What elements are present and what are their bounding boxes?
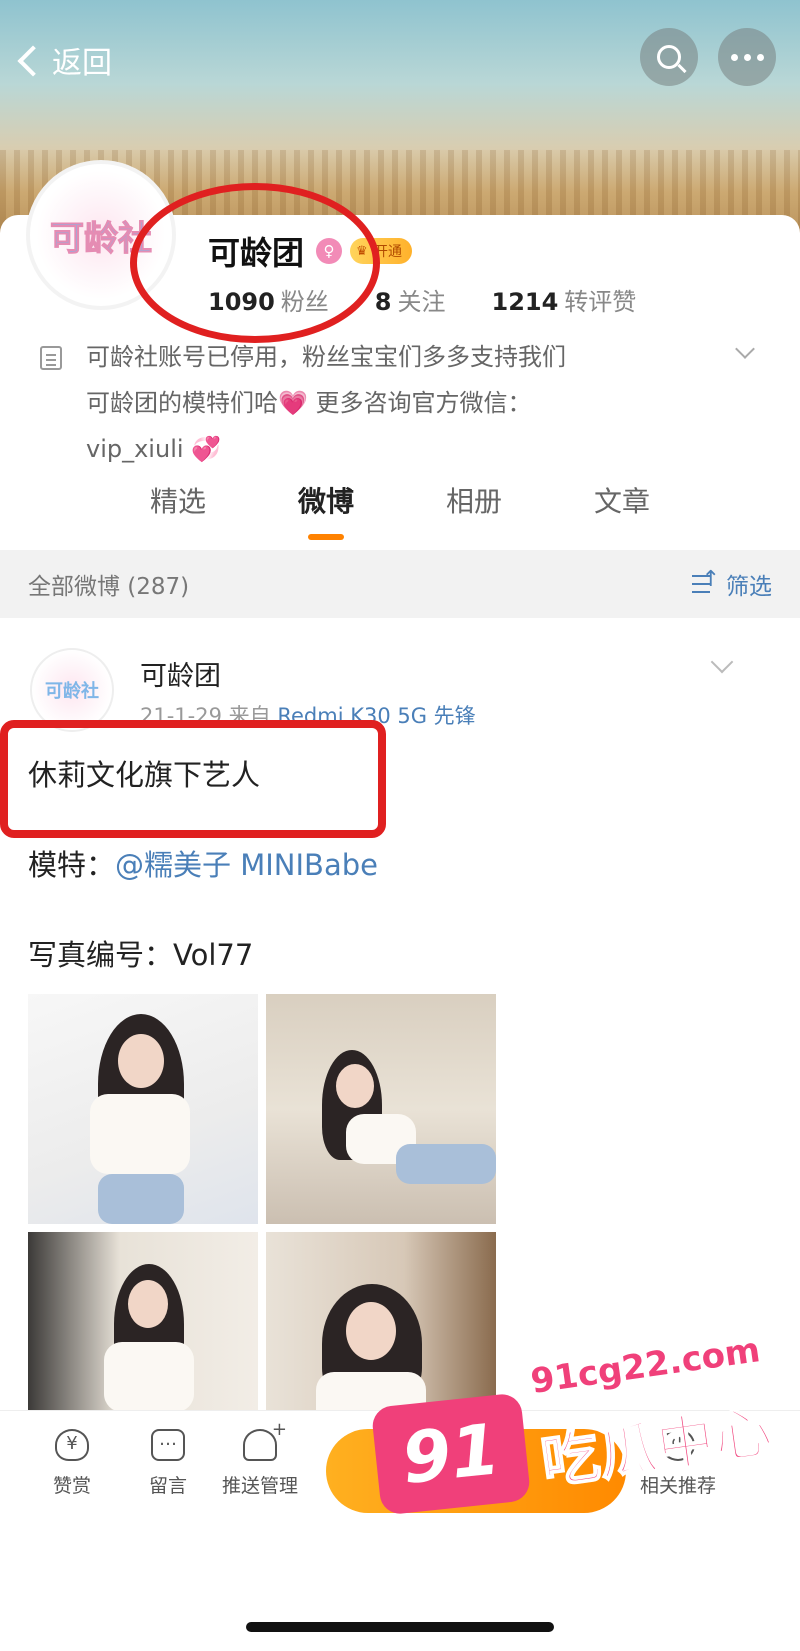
back-button[interactable]: 返回 bbox=[17, 38, 112, 82]
annotation-circle bbox=[130, 183, 380, 343]
filter-label: 筛选 bbox=[726, 574, 772, 600]
post-text-line-3: 写真编号：Vol77 bbox=[28, 938, 254, 972]
reward-label: 赞赏 bbox=[52, 1475, 91, 1497]
photo-figure-face bbox=[128, 1280, 168, 1328]
bio-line-2: 可龄团的模特们哈💗 更多咨询官方微信： bbox=[86, 389, 532, 417]
all-posts-label[interactable]: 全部微博 (287) bbox=[28, 567, 189, 601]
filter-icon bbox=[692, 567, 720, 595]
chevron-left-icon bbox=[17, 45, 49, 77]
following-label: 关注 bbox=[397, 288, 446, 316]
message-button[interactable]: 留言 bbox=[118, 1429, 218, 1498]
back-label: 返回 bbox=[52, 46, 112, 81]
profile-bio[interactable]: 可龄社账号已停用，粉丝宝宝们多多支持我们 可龄团的模特们哈💗 更多咨询官方微信：… bbox=[40, 334, 760, 472]
push-label: 推送管理 bbox=[221, 1475, 298, 1497]
bio-line-3: vip_xiuli 💞 bbox=[86, 426, 760, 472]
comment-icon bbox=[151, 1429, 185, 1461]
post-menu-chevron-icon[interactable] bbox=[710, 650, 734, 674]
reward-button[interactable]: 赞赏 bbox=[22, 1429, 122, 1498]
bell-icon bbox=[243, 1419, 287, 1461]
reward-icon bbox=[55, 1429, 89, 1461]
bio-wechat-id: vip_xiuli bbox=[86, 435, 184, 463]
watermark-badge: 91 bbox=[370, 1392, 532, 1516]
model-prefix: 模特： bbox=[28, 848, 116, 882]
search-icon bbox=[657, 45, 681, 69]
following-count: 8 bbox=[374, 288, 392, 316]
photo-figure-face bbox=[118, 1034, 164, 1088]
post-photo-1[interactable] bbox=[28, 994, 258, 1224]
photo-figure-top bbox=[90, 1094, 190, 1174]
profile-page: 返回 可龄社 可龄团 ♀ 开通 1090粉丝 8关注 1214转评赞 可龄社账号… bbox=[0, 0, 800, 1651]
more-button[interactable] bbox=[718, 28, 776, 86]
photo-figure-face bbox=[336, 1064, 374, 1108]
filter-bar: 全部微博 (287) 筛选 bbox=[0, 550, 800, 618]
tab-album[interactable]: 相册 bbox=[400, 480, 548, 550]
model-mention-link[interactable]: @糯美子 MINIBabe bbox=[115, 848, 378, 882]
bio-emoji: 💞 bbox=[191, 435, 222, 463]
post-photo-2[interactable] bbox=[266, 994, 496, 1224]
likes-stat[interactable]: 1214 转评赞 bbox=[492, 282, 637, 317]
bio-line-1: 可龄社账号已停用，粉丝宝宝们多多支持我们 bbox=[86, 343, 566, 371]
photo-figure-jeans bbox=[98, 1174, 184, 1224]
document-icon bbox=[40, 346, 62, 370]
search-button[interactable] bbox=[640, 28, 698, 86]
photo-figure-face bbox=[346, 1302, 396, 1360]
photo-figure-top bbox=[104, 1342, 194, 1412]
likes-label: 转评赞 bbox=[564, 288, 637, 316]
tab-articles[interactable]: 文章 bbox=[548, 480, 696, 550]
following-stat[interactable]: 8 关注 bbox=[375, 282, 446, 317]
tab-featured[interactable]: 精选 bbox=[104, 480, 252, 550]
push-settings-button[interactable]: 推送管理 bbox=[210, 1419, 310, 1498]
more-icon bbox=[730, 53, 764, 61]
tab-weibo[interactable]: 微博 bbox=[252, 480, 400, 550]
likes-count: 1214 bbox=[491, 288, 559, 316]
home-indicator[interactable] bbox=[246, 1622, 554, 1632]
photo-figure-jeans bbox=[396, 1144, 496, 1184]
message-label: 留言 bbox=[148, 1475, 187, 1497]
annotation-box bbox=[0, 720, 386, 838]
post-author[interactable]: 可龄团 bbox=[140, 654, 221, 693]
post-text-line-2: 模特：@糯美子 MINIBabe bbox=[28, 842, 378, 884]
profile-tabs: 精选 微博 相册 文章 bbox=[0, 480, 800, 550]
filter-button[interactable]: 筛选 bbox=[692, 567, 772, 601]
